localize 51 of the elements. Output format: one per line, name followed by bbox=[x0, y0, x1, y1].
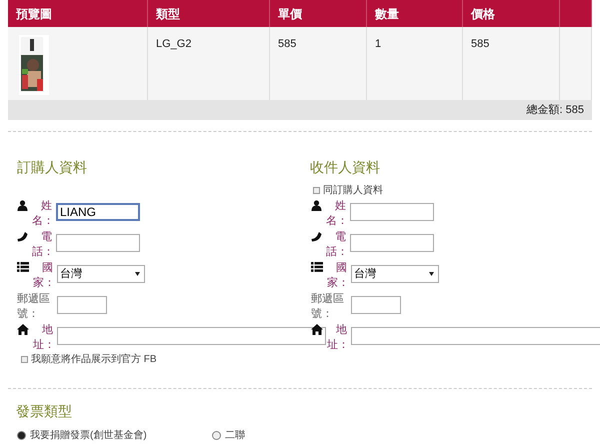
field-label: 國家： bbox=[327, 261, 347, 291]
column-header: 價格 bbox=[471, 7, 495, 21]
checkbox-label: 我願意將作品展示到官方 FB bbox=[31, 352, 157, 367]
section-title: 訂購人資料 bbox=[17, 158, 87, 177]
input-field[interactable] bbox=[350, 203, 434, 221]
section-title: 發票類型 bbox=[16, 402, 72, 421]
home-icon bbox=[311, 324, 323, 335]
column-header: 數量 bbox=[375, 7, 399, 21]
user-icon bbox=[311, 200, 322, 211]
input-field[interactable] bbox=[350, 234, 434, 252]
user-icon bbox=[17, 200, 28, 211]
table-cell: 585 bbox=[471, 38, 490, 50]
field-label: 郵遞區號： bbox=[17, 292, 51, 322]
table-cell: LG_G2 bbox=[156, 38, 192, 50]
radio-button[interactable] bbox=[17, 431, 26, 440]
field-label: 國家： bbox=[33, 261, 53, 291]
field-label: 地址： bbox=[327, 323, 347, 353]
list-icon bbox=[17, 262, 29, 272]
field-label: 姓名： bbox=[326, 199, 346, 229]
checkbox[interactable] bbox=[313, 187, 320, 194]
field-label: 地址： bbox=[33, 323, 53, 353]
input-field[interactable] bbox=[57, 296, 107, 314]
radio-label: 我要捐贈發票(創世基金會) bbox=[30, 428, 147, 443]
country-select[interactable]: 台灣 bbox=[351, 265, 439, 283]
field-label: 姓名： bbox=[32, 199, 52, 229]
radio-label: 二聯 bbox=[225, 429, 245, 443]
section-title: 收件人資料 bbox=[310, 158, 380, 177]
input-field[interactable] bbox=[351, 327, 600, 345]
input-field[interactable]: LIANG bbox=[56, 203, 140, 221]
table-cell: 1 bbox=[375, 38, 382, 50]
input-field[interactable] bbox=[351, 296, 401, 314]
field-label: 電話： bbox=[32, 230, 52, 260]
checkbox-label: 同訂購人資料 bbox=[323, 184, 383, 198]
phone-icon bbox=[311, 231, 322, 242]
list-icon bbox=[311, 262, 323, 272]
total-amount: 總金額: 585 bbox=[526, 102, 584, 118]
column-header: 預覽圖 bbox=[16, 7, 52, 21]
input-field[interactable] bbox=[57, 327, 326, 345]
field-label: 電話： bbox=[326, 230, 346, 260]
home-icon bbox=[17, 324, 29, 335]
field-label: 郵遞區號： bbox=[311, 292, 345, 322]
checkbox[interactable] bbox=[21, 356, 28, 363]
caret-icon bbox=[135, 272, 140, 276]
column-header: 單價 bbox=[278, 7, 302, 21]
phone-icon bbox=[17, 231, 28, 242]
table-cell: 585 bbox=[278, 38, 296, 50]
caret-icon bbox=[429, 272, 434, 276]
radio-button[interactable] bbox=[212, 431, 221, 440]
input-field[interactable] bbox=[56, 234, 140, 252]
column-header: 類型 bbox=[156, 7, 180, 21]
country-select[interactable]: 台灣 bbox=[57, 265, 145, 283]
